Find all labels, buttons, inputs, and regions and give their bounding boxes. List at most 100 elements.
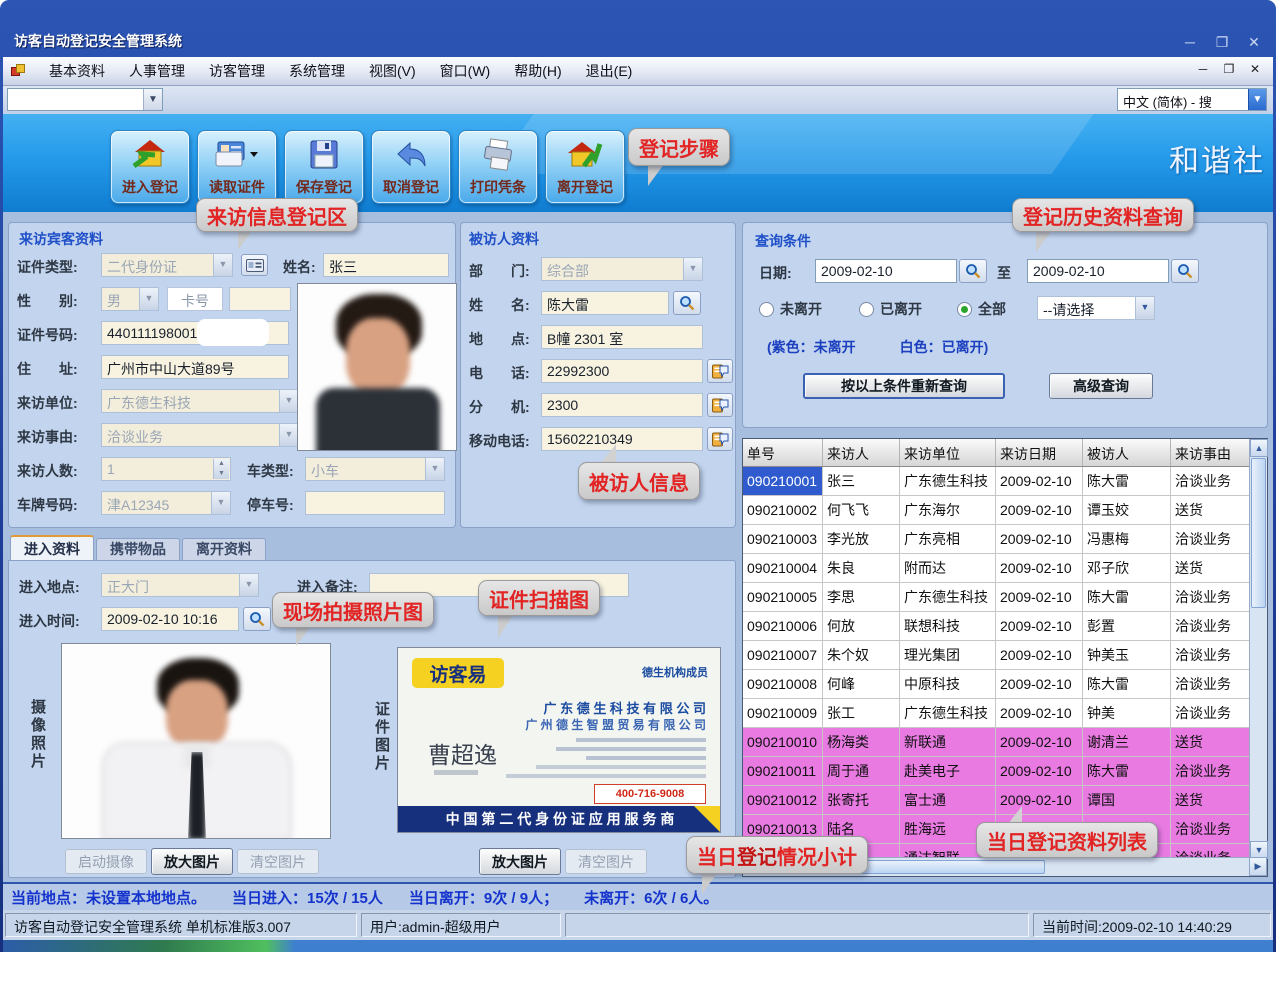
enlarge-photo-button[interactable]: 放大图片 — [151, 848, 233, 875]
visit-company-select[interactable]: 广东德生科技▼ — [101, 389, 299, 413]
table-row[interactable]: 090210012 张寄托 富士通 2009-02-10 谭国 送货 — [743, 786, 1267, 815]
dept-select[interactable]: 综合部▼ — [541, 257, 703, 281]
address-field[interactable]: 广州市中山大道89号 — [101, 355, 289, 379]
tab-leave-info[interactable]: 离开资料 — [182, 538, 266, 560]
search-icon — [679, 295, 695, 311]
current-location-text: 当前地点：未设置本地地点。 — [11, 887, 206, 908]
radio-not-left[interactable]: 未离开 — [759, 299, 822, 319]
chevron-down-icon[interactable]: ▼ — [143, 89, 162, 110]
table-row[interactable]: 090210010 杨海类 新联通 2009-02-10 谢清兰 送货 — [743, 728, 1267, 757]
menu-window[interactable]: 窗口(W) — [428, 57, 503, 85]
radio-all[interactable]: 全部 — [957, 299, 1006, 319]
menu-view[interactable]: 视图(V) — [357, 57, 428, 85]
lookup-person-button[interactable] — [673, 291, 701, 315]
idcard-image: 访客易 德生机构成员 广 东 德 生 科 技 有 限 公 司 广 州 德 生 智… — [397, 647, 721, 833]
filter-select[interactable]: --请选择▼ — [1037, 296, 1155, 320]
plate-select[interactable]: 津A12345▼ — [101, 491, 231, 515]
table-row[interactable]: 090210011 周于通 赴美电子 2009-02-10 陈大雷 洽谈业务 — [743, 757, 1267, 786]
table-row[interactable]: 090210005 李思 广东德生科技 2009-02-10 陈大雷 洽谈业务 — [743, 583, 1267, 612]
entry-place-select[interactable]: 正大门▼ — [101, 573, 259, 597]
scroll-right-icon[interactable]: ▶ — [1249, 857, 1267, 876]
date-to-picker-button[interactable] — [1171, 259, 1199, 283]
read-card-small-button[interactable] — [241, 254, 268, 276]
leave-register-button[interactable]: 离开登记 — [545, 130, 625, 204]
date-from-field[interactable]: 2009-02-10 — [815, 259, 957, 283]
camera-photo — [61, 643, 331, 839]
col-header[interactable]: 被访人 — [1083, 439, 1171, 466]
menu-help[interactable]: 帮助(H) — [502, 57, 573, 85]
parking-no-field[interactable] — [305, 491, 445, 515]
menu-basic-data[interactable]: 基本资料 — [37, 57, 117, 85]
visitor-count-stepper[interactable]: 1 ▲▼ — [101, 457, 231, 481]
menu-visitor[interactable]: 访客管理 — [197, 57, 277, 85]
col-header[interactable]: 来访事由 — [1171, 439, 1251, 466]
table-row[interactable]: 090210003 李光放 广东亮相 2009-02-10 冯惠梅 洽谈业务 — [743, 525, 1267, 554]
table-row[interactable]: 090210007 朱个奴 理光集团 2009-02-10 钟美玉 洽谈业务 — [743, 641, 1267, 670]
read-id-button[interactable]: 读取证件 — [197, 130, 277, 204]
menu-system[interactable]: 系统管理 — [277, 57, 357, 85]
callout-steps: 登记步骤 — [628, 128, 730, 166]
child-restore-icon[interactable]: ❐ — [1219, 61, 1239, 79]
scroll-thumb[interactable] — [1251, 458, 1266, 608]
col-header[interactable]: 来访人 — [823, 439, 900, 466]
visitor-name-field[interactable]: 张三 — [323, 253, 449, 277]
child-close-icon[interactable]: ✕ — [1245, 61, 1265, 79]
dial-ext-button[interactable] — [707, 393, 733, 417]
date-to-field[interactable]: 2009-02-10 — [1027, 259, 1169, 283]
visit-reason-select[interactable]: 洽谈业务▼ — [101, 423, 299, 447]
quick-search-combo[interactable]: ▼ — [7, 88, 163, 111]
dial-phone-button[interactable] — [707, 359, 733, 383]
vehicle-type-select[interactable]: 小车▼ — [305, 457, 445, 481]
extension-field[interactable]: 2300 — [541, 393, 703, 417]
table-row[interactable]: 090210001 张三 广东德生科技 2009-02-10 陈大雷 洽谈业务 — [743, 467, 1267, 496]
advanced-query-button[interactable]: 高级查询 — [1049, 373, 1153, 399]
phone-field[interactable]: 22992300 — [541, 359, 703, 383]
menu-hr[interactable]: 人事管理 — [117, 57, 197, 85]
secondary-toolbar: ▼ 中文 (简体) - 搜 ▼ — [3, 86, 1273, 114]
status-spacer — [565, 913, 1029, 937]
chevron-down-icon[interactable]: ▼ — [1248, 89, 1266, 110]
vertical-scrollbar[interactable]: ▲ ▼ — [1249, 439, 1267, 859]
chevron-down-icon: ▼ — [683, 258, 702, 280]
menu-exit[interactable]: 退出(E) — [574, 57, 645, 85]
enter-register-button[interactable]: 进入登记 — [110, 130, 190, 204]
print-slip-button[interactable]: 打印凭条 — [458, 130, 538, 204]
table-row[interactable]: 090210004 朱良 附而达 2009-02-10 邓子欣 送货 — [743, 554, 1267, 583]
card-no-field[interactable] — [229, 287, 291, 311]
language-bar[interactable]: 中文 (简体) - 搜 ▼ — [1117, 88, 1267, 111]
col-header[interactable]: 单号 — [743, 439, 823, 466]
mobile-field[interactable]: 15602210349 — [541, 427, 703, 451]
col-header[interactable]: 来访单位 — [900, 439, 996, 466]
restore-icon[interactable]: ❐ — [1210, 33, 1234, 53]
child-minimize-icon[interactable]: ─ — [1193, 61, 1213, 79]
dial-mobile-button[interactable] — [707, 427, 733, 451]
minimize-icon[interactable]: ─ — [1178, 33, 1202, 53]
idcard-person-name: 曹超逸 — [428, 736, 497, 770]
visited-place-field[interactable]: B幢 2301 室 — [541, 325, 703, 349]
entry-time-picker-button[interactable] — [243, 607, 271, 631]
table-row[interactable]: 090210008 何峰 中原科技 2009-02-10 陈大雷 洽谈业务 — [743, 670, 1267, 699]
radio-icon — [759, 302, 774, 317]
date-from-picker-button[interactable] — [959, 259, 987, 283]
requery-button[interactable]: 按以上条件重新查询 — [803, 373, 1005, 399]
id-type-select[interactable]: 二代身份证▼ — [101, 253, 233, 277]
entry-time-field[interactable]: 2009-02-10 10:16 — [101, 607, 239, 631]
enlarge-idcard-button[interactable]: 放大图片 — [479, 848, 561, 875]
gender-select[interactable]: 男▼ — [101, 287, 159, 311]
save-register-button[interactable]: 保存登记 — [284, 130, 364, 204]
start-camera-button[interactable]: 启动摄像 — [65, 849, 147, 874]
search-icon — [1177, 263, 1193, 279]
close-icon[interactable]: ✕ — [1242, 33, 1266, 53]
table-row[interactable]: 090210006 何放 联想科技 2009-02-10 彭置 洽谈业务 — [743, 612, 1267, 641]
col-header[interactable]: 来访日期 — [996, 439, 1083, 466]
cancel-register-button[interactable]: 取消登记 — [371, 130, 451, 204]
visited-name-field[interactable]: 陈大雷 — [541, 291, 669, 315]
tab-entry-info[interactable]: 进入资料 — [10, 535, 94, 560]
table-row[interactable]: 090210009 张工 广东德生科技 2009-02-10 钟美 洽谈业务 — [743, 699, 1267, 728]
clear-idcard-button[interactable]: 清空图片 — [565, 849, 647, 874]
clear-photo-button[interactable]: 清空图片 — [237, 849, 319, 874]
scroll-up-icon[interactable]: ▲ — [1250, 439, 1268, 457]
table-row[interactable]: 090210002 何飞飞 广东海尔 2009-02-10 谭玉姣 送货 — [743, 496, 1267, 525]
tab-carried-items[interactable]: 携带物品 — [96, 538, 180, 560]
radio-left[interactable]: 已离开 — [859, 299, 922, 319]
